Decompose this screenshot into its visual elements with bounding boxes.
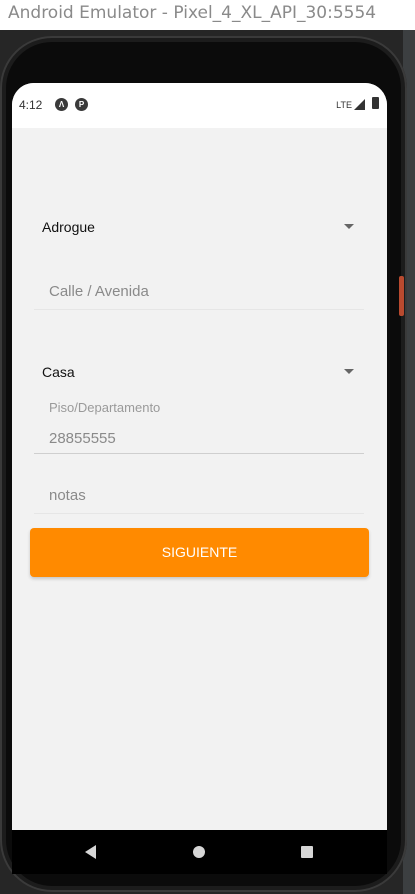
address-type-select[interactable]: Casa xyxy=(34,355,360,389)
back-icon[interactable] xyxy=(85,845,96,859)
street-field-underline xyxy=(34,309,364,310)
battery-icon xyxy=(372,97,379,109)
next-button[interactable]: SIGUIENTE xyxy=(30,528,369,577)
power-button[interactable] xyxy=(399,276,404,316)
recents-icon[interactable] xyxy=(301,846,313,858)
notes-field-placeholder: notas xyxy=(49,487,86,504)
chevron-down-icon[interactable] xyxy=(344,224,354,229)
emulator-title-bar: Android Emulator - Pixel_4_XL_API_30:555… xyxy=(0,0,415,30)
chevron-down-icon[interactable] xyxy=(344,369,354,374)
locality-select-value: Adrogue xyxy=(42,219,95,235)
notes-field-underline xyxy=(34,513,364,514)
floor-apartment-value[interactable]: 28855555 xyxy=(49,430,116,447)
status-time: 4:12 xyxy=(19,98,43,112)
locality-select[interactable]: Adrogue xyxy=(34,210,360,244)
street-field[interactable]: Calle / Avenida xyxy=(34,266,364,310)
network-type-label: LTE xyxy=(336,100,352,110)
floor-apartment-label: Piso/Departamento xyxy=(49,400,161,415)
app-notification-icon-p: P xyxy=(75,98,88,111)
app-screen: 4:12 Λ P LTE Adrogue Calle / Avenida Cas… xyxy=(12,83,387,830)
home-icon[interactable] xyxy=(193,846,205,858)
status-bar: 4:12 Λ P LTE xyxy=(12,83,387,128)
cell-signal-icon xyxy=(354,99,365,110)
android-nav-bar xyxy=(12,830,387,874)
floor-apartment-field[interactable]: Piso/Departamento 28855555 xyxy=(34,395,364,454)
app-notification-icon-a: Λ xyxy=(55,98,68,111)
street-field-placeholder: Calle / Avenida xyxy=(49,283,149,300)
floor-apartment-underline xyxy=(34,453,364,454)
address-type-select-value: Casa xyxy=(42,364,75,380)
notes-field[interactable]: notas xyxy=(34,466,364,514)
window-title: Android Emulator - Pixel_4_XL_API_30:555… xyxy=(8,3,377,23)
